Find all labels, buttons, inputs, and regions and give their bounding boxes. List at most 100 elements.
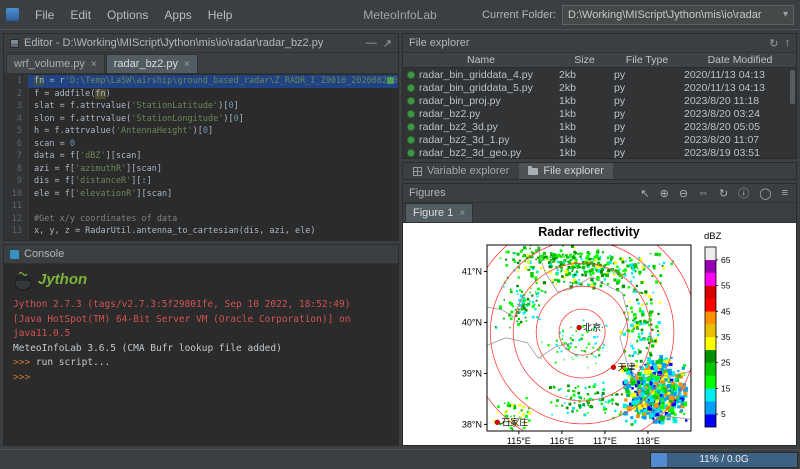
select-arrow-icon[interactable]: ↖	[638, 187, 651, 200]
folder-icon	[528, 168, 538, 175]
menu-icon[interactable]: ≡	[780, 187, 790, 199]
svg-text:39°N: 39°N	[462, 368, 482, 378]
file-row[interactable]: radar_bin_griddata_5.py2kbpy2020/11/13 0…	[403, 81, 796, 94]
file-size: 1kb	[555, 121, 610, 133]
python-file-icon	[407, 110, 415, 118]
table-header-row: NameSizeFile TypeDate Modified	[403, 53, 796, 68]
tab-label: File explorer	[543, 165, 604, 177]
svg-text:石家庄: 石家庄	[501, 416, 528, 427]
file-row[interactable]: radar_bin_griddata_4.py2kbpy2020/11/13 0…	[403, 68, 796, 81]
refresh-icon[interactable]: ↻	[769, 37, 778, 50]
file-row[interactable]: radar_bz2_3d_geo.py1kbpy2023/8/19 03:51	[403, 146, 796, 158]
menu-item-help[interactable]: Help	[200, 6, 241, 24]
svg-text:25: 25	[721, 358, 731, 368]
line-number: 8	[4, 163, 28, 176]
code-line: 9dis = f['distanceR'][:]	[4, 175, 398, 188]
memory-indicator[interactable]: 11% / 0.0G	[650, 452, 798, 468]
file-explorer-panel: File explorer ↻ ↑ NameSizeFile TypeDate M…	[402, 33, 797, 159]
menu-item-file[interactable]: File	[27, 6, 62, 24]
minimize-icon[interactable]: —	[366, 37, 377, 49]
figures-tabbar: Figure 1 ×	[403, 203, 796, 223]
current-folder-label: Current Folder:	[482, 9, 556, 21]
close-icon[interactable]: ×	[184, 59, 190, 70]
file-row[interactable]: radar_bin_proj.py1kbpy2023/8/20 11:18	[403, 94, 796, 107]
parent-folder-icon[interactable]: ↑	[785, 37, 791, 49]
tab-variable-explorer[interactable]: Variable explorer	[404, 163, 518, 179]
inspection-status-icon	[387, 77, 394, 84]
code-line: 12#Get x/y coordinates of data	[4, 213, 398, 226]
file-date: 2023/8/20 11:18	[680, 95, 796, 107]
code-editor[interactable]: 1fn = r'D:\Temp\LaSW\airship\ground_base…	[4, 74, 398, 240]
close-icon[interactable]: ×	[459, 208, 465, 219]
right-column: File explorer ↻ ↑ NameSizeFile TypeDate M…	[402, 33, 797, 446]
file-type: py	[610, 82, 680, 94]
file-date: 2020/11/13 04:13	[680, 69, 796, 81]
svg-text:117°E: 117°E	[593, 436, 617, 445]
svg-text:45: 45	[721, 306, 731, 316]
chevron-down-icon[interactable]: ▾	[780, 9, 791, 20]
close-icon[interactable]: ×	[91, 59, 97, 70]
console-line: [Java HotSpot(TM) 64-Bit Server VM (Orac…	[13, 313, 389, 342]
file-explorer-title: File explorer	[409, 37, 470, 49]
line-number: 9	[4, 175, 28, 188]
current-folder-box: Current Folder: D:\Working\MIScript\Jyth…	[482, 5, 794, 25]
file-date: 2023/8/20 05:05	[680, 121, 796, 133]
tab-label: Variable explorer	[427, 165, 509, 177]
tab-label: radar_bz2.py	[114, 58, 178, 70]
column-header-file-type[interactable]: File Type	[610, 54, 680, 66]
code-line: 2f = addfile(fn)	[4, 88, 398, 101]
file-size: 1kb	[555, 108, 610, 120]
column-header-size[interactable]: Size	[555, 54, 610, 66]
titlebar: FileEditOptionsAppsHelp MeteoInfoLab Cur…	[0, 0, 800, 30]
line-number: 13	[4, 225, 28, 238]
file-row[interactable]: radar_bz2_3d.py 1kbpy2023/8/20 05:05	[403, 120, 796, 133]
file-type: py	[610, 121, 680, 133]
file-type: py	[610, 95, 680, 107]
statusbar: 11% / 0.0G	[0, 449, 800, 469]
zoom-in-icon[interactable]: ⊕	[658, 187, 671, 200]
code-line: 4slon = f.attrvalue('StationLongitude')[…	[4, 113, 398, 126]
memory-label: 11% / 0.0G	[651, 453, 797, 467]
code-line: 7data = f['dBZ'][scan]	[4, 150, 398, 163]
figure-tab[interactable]: Figure 1 ×	[405, 203, 473, 222]
file-name: radar_bin_griddata_4.py	[419, 69, 533, 81]
code-line: 13x, y, z = RadarUtil.antenna_to_cartesi…	[4, 225, 398, 238]
file-type: py	[610, 147, 680, 159]
app-logo-icon	[6, 8, 19, 21]
menu-item-apps[interactable]: Apps	[156, 6, 199, 24]
file-name: radar_bin_griddata_5.py	[419, 82, 533, 94]
tab-file-explorer[interactable]: File explorer	[519, 163, 613, 179]
python-file-icon	[407, 149, 415, 157]
float-icon[interactable]: ↗	[383, 37, 392, 50]
identify-icon[interactable]: ⓘ	[736, 185, 751, 201]
console-panel: Console Jython Jython 2.7.3 (tags/v2.7.3…	[3, 244, 399, 446]
zoom-out-icon[interactable]: ⊖	[677, 187, 690, 200]
file-name: radar_bz2_3d.py	[419, 121, 498, 133]
line-number: 2	[4, 88, 28, 101]
pan-icon[interactable]: ⇔	[696, 187, 711, 199]
console-output[interactable]: Jython Jython 2.7.3 (tags/v2.7.3:5f29801…	[4, 264, 398, 445]
code-line: 10ele = f['elevationR'][scan]	[4, 188, 398, 201]
editor-tab-wrf-volume-py[interactable]: wrf_volume.py×	[6, 54, 105, 73]
editor-tabbar: wrf_volume.py× radar_bz2.py ×	[4, 53, 398, 74]
figure-area[interactable]: Radar reflectivity115°E116°E117°E118°E41…	[403, 223, 796, 445]
column-header-date-modified[interactable]: Date Modified	[680, 54, 796, 66]
editor-tab-radar-bz2-py[interactable]: radar_bz2.py ×	[106, 54, 198, 73]
file-type: py	[610, 108, 680, 120]
line-number: 1	[4, 75, 28, 88]
file-row[interactable]: radar_bz2_3d_1.py1kbpy2023/8/20 11:07	[403, 133, 796, 146]
menu-item-edit[interactable]: Edit	[62, 6, 99, 24]
full-extent-icon[interactable]: ◯	[757, 187, 773, 200]
scrollbar[interactable]	[790, 70, 795, 104]
file-row[interactable]: radar_bz2.py1kbpy2023/8/20 03:24	[403, 107, 796, 120]
tab-label: Figure 1	[413, 207, 453, 219]
rotate-icon[interactable]: ↻	[717, 187, 730, 200]
current-folder-combo[interactable]: D:\Working\MIScript\Jython\mis\io\radar …	[562, 5, 794, 25]
file-size: 1kb	[555, 147, 610, 159]
file-date: 2023/8/19 03:51	[680, 147, 796, 159]
column-header-name[interactable]: Name	[403, 54, 555, 66]
code-line: 6scan = 0	[4, 138, 398, 151]
file-date: 2020/11/13 04:13	[680, 82, 796, 94]
svg-text:55: 55	[721, 281, 731, 291]
menu-item-options[interactable]: Options	[99, 6, 156, 24]
